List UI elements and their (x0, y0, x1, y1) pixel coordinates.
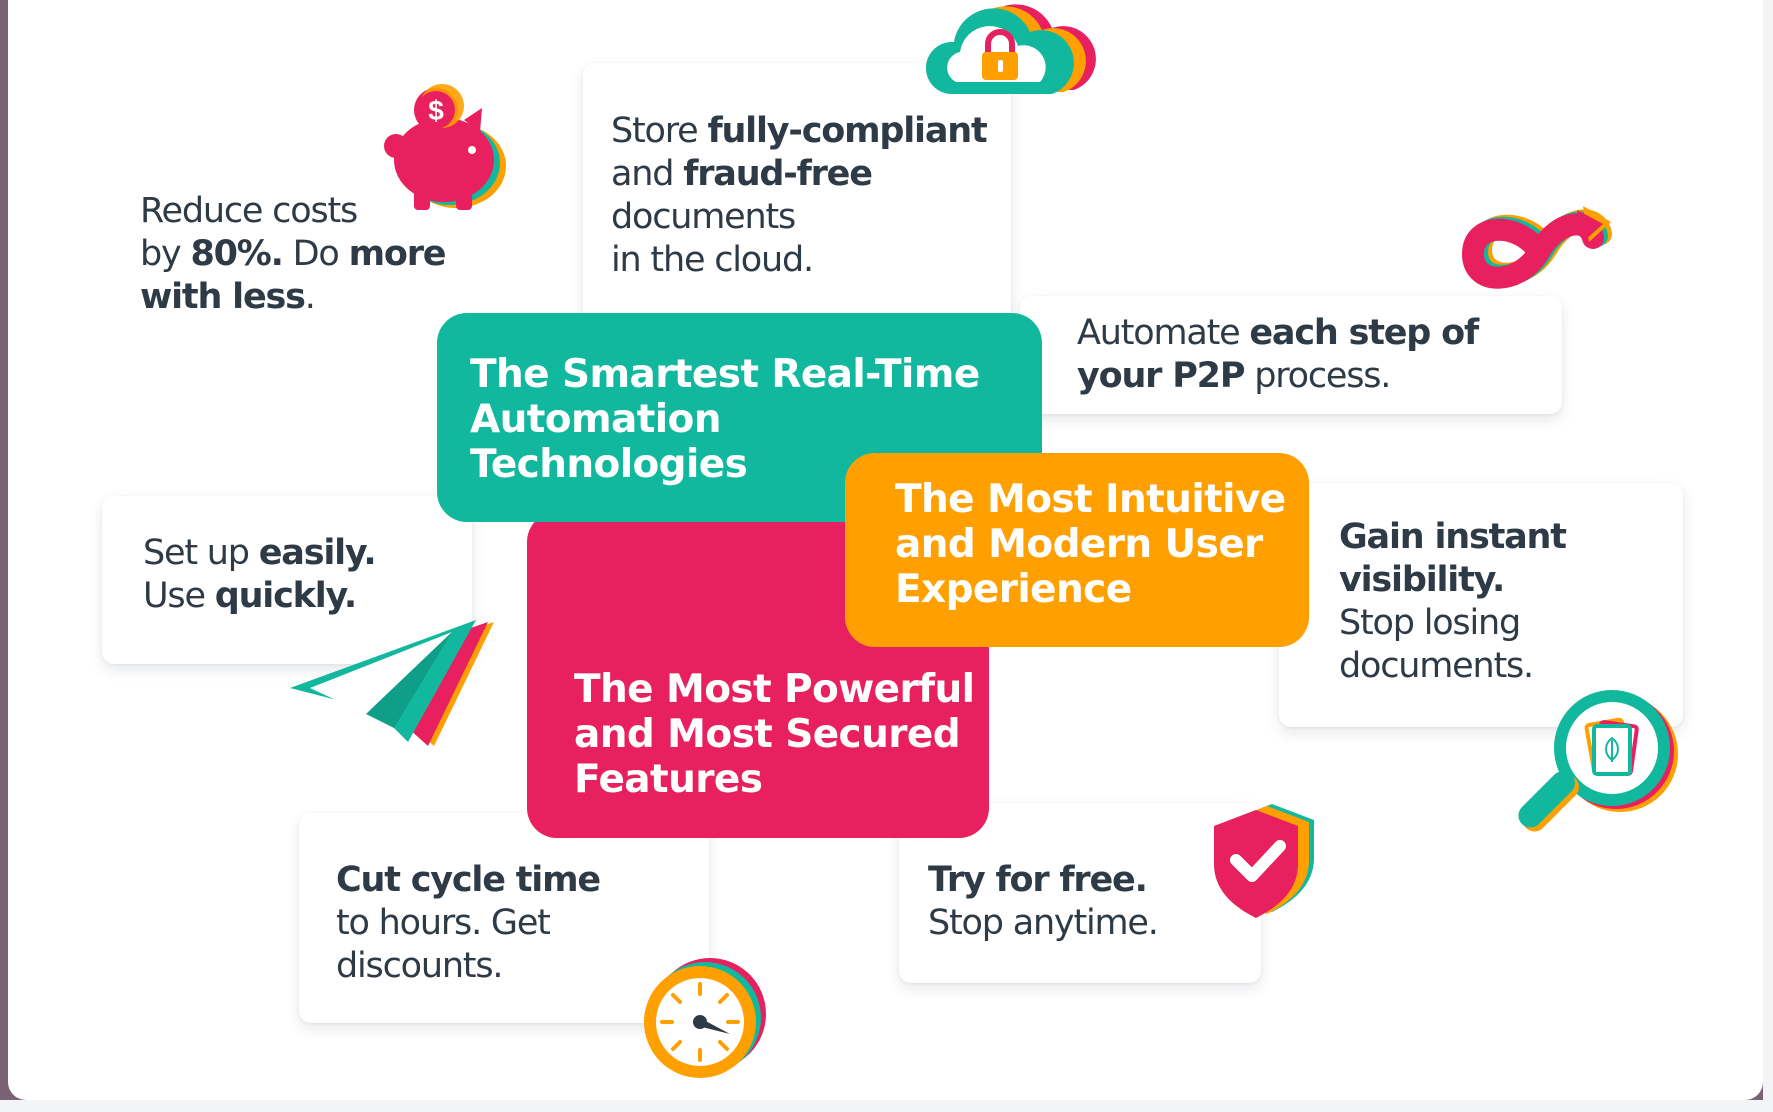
infinity-arrow-icon (1461, 206, 1612, 289)
svg-text:$: $ (428, 95, 444, 126)
benefit-cycle-text: Cut cycle time to hours. Get discounts. (336, 860, 601, 986)
speedometer-icon (644, 958, 766, 1078)
benefit-setup-text: Set up easily. Use quickly. (143, 533, 377, 616)
piggy-bank-icon: $ (384, 84, 506, 210)
window-bottom-edge (0, 1100, 1773, 1112)
benefit-free-text: Try for free. Stop anytime. (928, 860, 1159, 943)
magnifier-document-icon (1518, 690, 1678, 832)
scrollbar-track[interactable] (1763, 0, 1773, 1112)
feature-intuitive: The Most Intuitive and Modern User Exper… (845, 453, 1309, 647)
paper-plane-icon (290, 620, 494, 746)
benefit-visibility-text: Gain instant visibility. Stop losing doc… (1339, 517, 1567, 686)
shield-check-icon (1214, 804, 1314, 918)
cloud-lock-icon (925, 4, 1096, 95)
benefit-automate-text: Automate each step of your P2P process. (1077, 313, 1479, 396)
benefit-store-text: Store fully-compliant and fraud-free doc… (611, 111, 988, 280)
